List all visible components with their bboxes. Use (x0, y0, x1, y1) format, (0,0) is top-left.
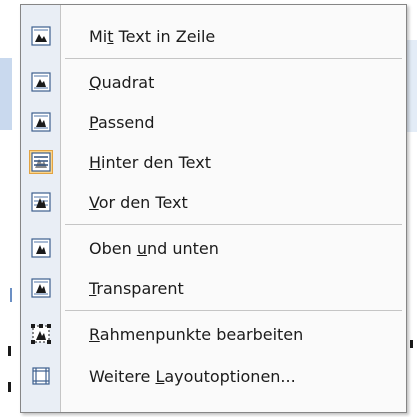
menu-item-inline-with-text[interactable]: Mit Text in Zeile (21, 17, 406, 55)
menu-separator (65, 58, 402, 59)
menu-item-label: Transparent (89, 278, 184, 298)
menu-item-more-layout-options[interactable]: Weitere Layoutoptionen... (21, 357, 406, 395)
screen: Mit Text in Zeile Quadrat Passend Hinter… (0, 0, 417, 417)
menu-item-through[interactable]: Transparent (21, 269, 406, 307)
menu-item-label: Hinter den Text (89, 152, 211, 172)
menu-item-label: Vor den Text (89, 192, 188, 212)
more-layout-options-icon (29, 364, 53, 388)
ribbon-edge (0, 58, 12, 130)
menu-item-tight[interactable]: Passend (21, 103, 406, 141)
through-wrap-icon (29, 276, 53, 300)
document-text-fragment (10, 288, 12, 302)
inline-with-text-icon (29, 24, 53, 48)
edit-wrap-points-icon (29, 322, 53, 346)
square-wrap-icon (29, 70, 53, 94)
text-wrap-context-menu: Mit Text in Zeile Quadrat Passend Hinter… (20, 4, 407, 413)
in-front-of-text-icon (29, 190, 53, 214)
menu-item-edit-wrap-points[interactable]: Rahmenpunkte bearbeiten (21, 315, 406, 353)
document-text-fragment (410, 340, 413, 348)
menu-item-label: Mit Text in Zeile (89, 26, 216, 46)
behind-text-icon (29, 150, 53, 174)
menu-separator (65, 224, 402, 225)
top-and-bottom-icon (29, 236, 53, 260)
menu-item-top-and-bottom[interactable]: Oben und unten (21, 229, 406, 267)
menu-item-behind-text[interactable]: Hinter den Text (21, 143, 406, 181)
menu-item-square[interactable]: Quadrat (21, 63, 406, 101)
menu-item-label: Passend (89, 112, 155, 132)
menu-item-label: Quadrat (89, 72, 155, 92)
menu-item-label: Weitere Layoutoptionen... (89, 366, 296, 386)
document-text-fragment (8, 346, 11, 356)
menu-item-label: Rahmenpunkte bearbeiten (89, 324, 304, 344)
menu-item-label: Oben und unten (89, 238, 219, 258)
menu-item-in-front-of-text[interactable]: Vor den Text (21, 183, 406, 221)
tight-wrap-icon (29, 110, 53, 134)
menu-separator (65, 310, 402, 311)
ribbon-edge-right (407, 40, 417, 132)
document-text-fragment (8, 382, 11, 392)
